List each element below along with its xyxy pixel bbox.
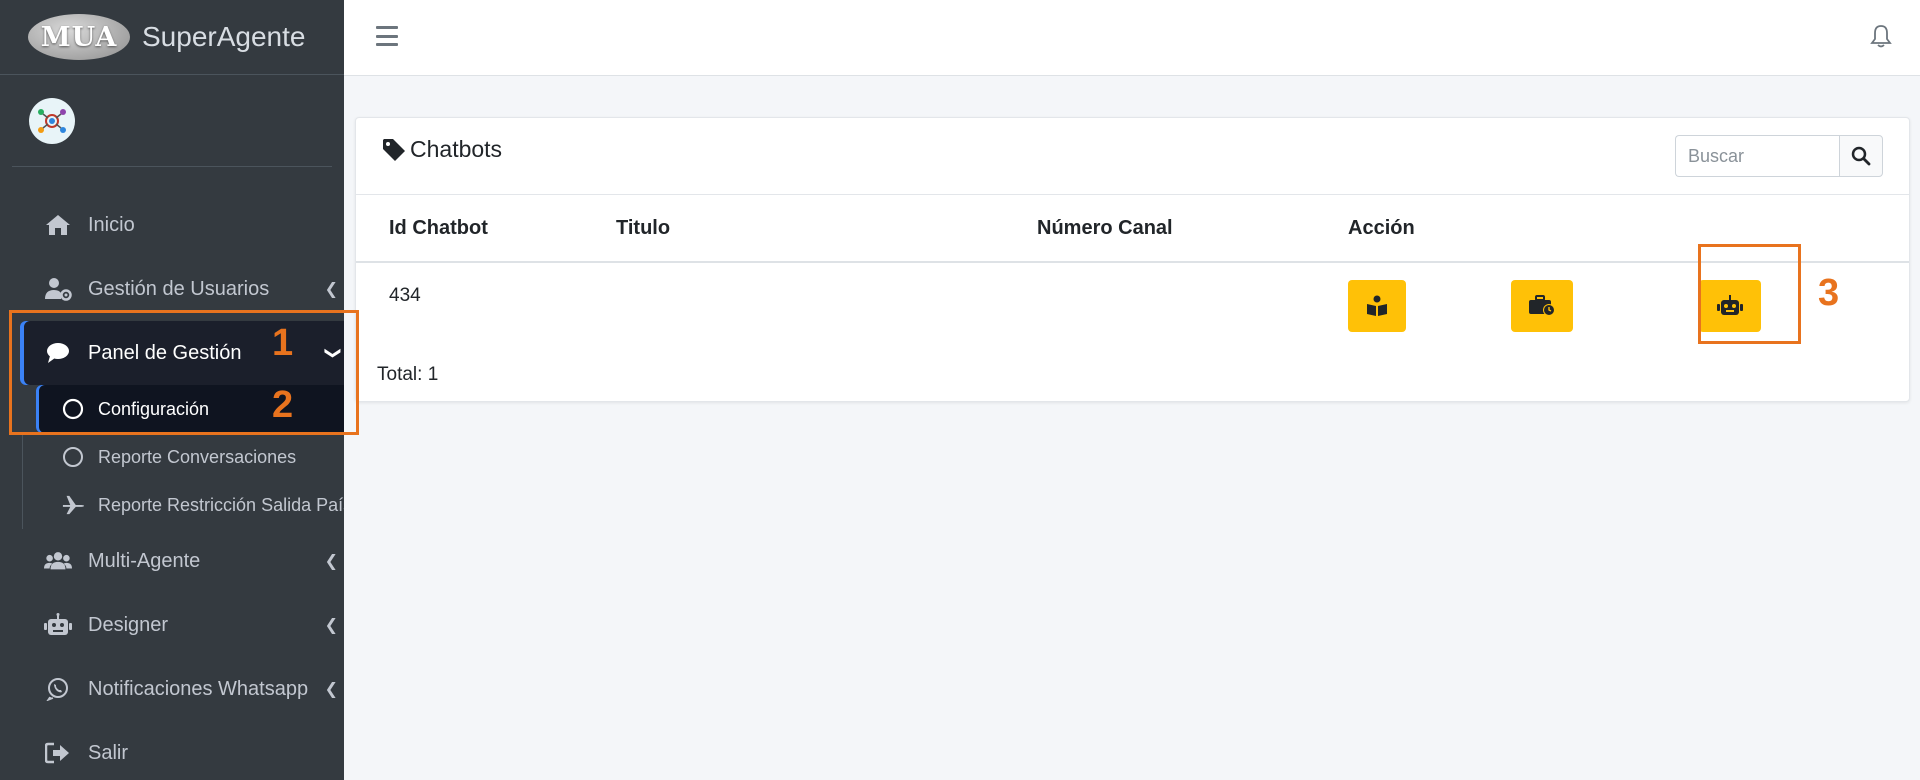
search-group (1675, 135, 1883, 177)
bell-icon[interactable] (1870, 24, 1892, 53)
column-header-titulo[interactable]: Titulo (616, 195, 1037, 263)
sidebar-item-label: Salir (88, 741, 129, 764)
users-icon (44, 547, 72, 575)
column-header-empty (1511, 195, 1678, 263)
book-reader-icon (1367, 295, 1387, 316)
sidebar-subitem-reporte-restriccion[interactable]: Reporte Restricción Salida País (0, 481, 344, 529)
annotation-number-2: 2 (272, 384, 294, 426)
cell-titulo (616, 262, 1037, 349)
sidebar-item-label: Multi-Agente (88, 549, 201, 572)
robot-icon (44, 611, 72, 639)
total-count: Total: 1 (377, 364, 439, 385)
chevron-left-icon: ❮ (324, 553, 338, 570)
network-icon (38, 108, 66, 133)
sidebar-item-label: Notificaciones Whatsapp (88, 677, 309, 700)
sidebar-item-designer[interactable]: Designer ❮ (0, 593, 344, 657)
search-input[interactable] (1675, 135, 1839, 177)
cell-action-1 (1348, 262, 1511, 349)
annotation-number-1: 1 (272, 322, 294, 364)
user-cog-icon (44, 275, 72, 303)
sign-out-icon (44, 739, 72, 767)
search-icon (1851, 146, 1871, 166)
search-button[interactable] (1839, 135, 1883, 177)
chevron-left-icon: ❮ (324, 617, 338, 634)
sidebar-subitem-reporte-conversaciones[interactable]: Reporte Conversaciones (0, 433, 344, 481)
chevron-left-icon: ❮ (324, 681, 338, 698)
cell-action-2 (1511, 262, 1678, 349)
business-time-button[interactable] (1511, 280, 1573, 332)
top-navbar (344, 0, 1920, 76)
brand[interactable]: MUA SuperAgente (0, 0, 344, 75)
sidebar-item-inicio[interactable]: Inicio (0, 193, 344, 257)
home-icon (44, 211, 72, 239)
column-header-id[interactable]: Id Chatbot (356, 195, 616, 263)
subnav-divider (22, 433, 23, 529)
sidebar-item-salir[interactable]: Salir (0, 721, 344, 780)
plane-icon (62, 494, 84, 516)
brand-name: SuperAgente (142, 21, 306, 52)
circle-icon (62, 446, 84, 468)
whatsapp-icon (44, 675, 72, 703)
chevron-left-icon: ❮ (324, 281, 338, 298)
card-header: Chatbots (356, 118, 1909, 195)
card-title: Chatbots (382, 136, 502, 163)
chatbots-table: Id Chatbot Titulo Número Canal Acción 43… (356, 195, 1909, 349)
user-panel (12, 75, 332, 167)
sidebar-nav: Inicio Gestión de Usuarios ❮ Panel de Ge… (0, 193, 344, 780)
card-title-text: Chatbots (410, 136, 503, 162)
brand-logo: MUA (28, 14, 130, 60)
table-row: 434 (356, 262, 1909, 349)
column-header-numero-canal[interactable]: Número Canal (1037, 195, 1348, 263)
annotation-box-3 (1698, 244, 1801, 344)
annotation-box-1-2 (9, 310, 359, 435)
read-book-button[interactable] (1348, 280, 1406, 332)
sidebar-item-label: Designer (88, 613, 169, 636)
table-header-row: Id Chatbot Titulo Número Canal Acción (356, 195, 1909, 263)
annotation-number-3: 3 (1818, 272, 1840, 314)
sidebar-item-label: Inicio (88, 213, 135, 236)
sidebar-subitem-label: Reporte Conversaciones (98, 446, 297, 467)
cell-id: 434 (389, 285, 421, 306)
chatbots-card: Chatbots Id Chatbot Titulo Número Canal … (355, 117, 1910, 402)
tag-icon (382, 138, 406, 162)
sidebar-item-multi-agente[interactable]: Multi-Agente ❮ (0, 529, 344, 593)
sidebar-item-notificaciones-whatsapp[interactable]: Notificaciones Whatsapp ❮ (0, 657, 344, 721)
cell-numero-canal (1037, 262, 1348, 349)
sidebar-item-label: Gestión de Usuarios (88, 277, 270, 300)
business-time-icon (1529, 295, 1555, 316)
avatar[interactable] (29, 97, 75, 144)
column-header-accion: Acción (1348, 195, 1511, 263)
hamburger-menu-icon[interactable] (376, 26, 398, 46)
sidebar-subitem-label: Reporte Restricción Salida País (98, 494, 344, 515)
